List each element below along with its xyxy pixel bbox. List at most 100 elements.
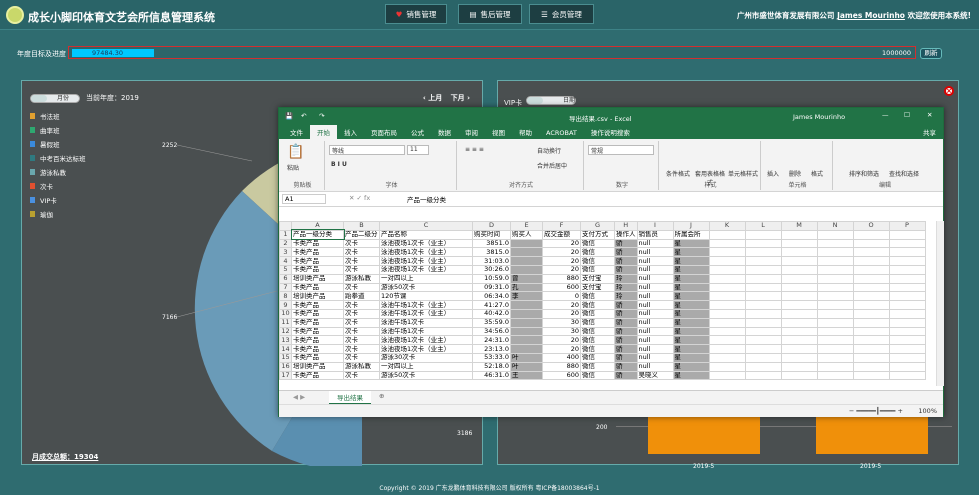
cell[interactable] (852, 256, 890, 266)
cell[interactable]: 次卡 (343, 264, 380, 275)
cell[interactable] (852, 344, 890, 354)
cell[interactable]: 星 (672, 344, 710, 354)
cell[interactable] (816, 300, 854, 310)
conditional-format-button[interactable]: 条件格式 (663, 169, 693, 178)
cell[interactable]: 星 (672, 370, 710, 381)
column-header[interactable]: P (888, 221, 926, 231)
cell[interactable] (888, 291, 926, 302)
cell[interactable]: 46:31.0 (472, 370, 511, 381)
cell[interactable]: 骄 (614, 361, 638, 372)
cell[interactable]: 53:33.0 (472, 352, 511, 363)
ribbon-tab[interactable]: 开始 (310, 125, 337, 139)
cell[interactable]: null (636, 247, 674, 258)
cell[interactable]: 玲 (614, 291, 638, 302)
cell[interactable]: 星 (672, 361, 710, 372)
cell[interactable]: null (636, 273, 674, 284)
cell[interactable] (888, 238, 926, 249)
cell[interactable] (780, 370, 818, 381)
row-header[interactable]: 3 (279, 247, 292, 258)
cell[interactable]: null (636, 352, 674, 363)
cell[interactable]: 骄 (614, 335, 638, 346)
cell[interactable]: 卡类产品 (291, 238, 344, 249)
cell[interactable] (780, 256, 818, 266)
cell[interactable] (852, 238, 890, 249)
find-select-button[interactable]: 查找和选择 (889, 169, 919, 178)
cell[interactable] (510, 264, 543, 275)
cell[interactable]: 10:59.0 (472, 273, 511, 284)
align-icon[interactable]: ≡ ≡ ≡ (465, 146, 484, 153)
cell[interactable] (780, 361, 818, 372)
cell[interactable]: 星 (672, 238, 710, 249)
cell[interactable]: 骄 (614, 308, 638, 319)
cell[interactable]: 骄 (614, 326, 638, 337)
cell[interactable]: 星 (672, 247, 710, 258)
cell[interactable] (780, 352, 818, 363)
cell[interactable] (744, 247, 782, 258)
cell[interactable] (510, 238, 543, 249)
cell[interactable]: 产品名称 (379, 229, 473, 240)
cell[interactable] (852, 264, 890, 275)
cell[interactable]: 游泳50次卡 (379, 282, 473, 293)
column-header[interactable]: F (542, 221, 581, 231)
sort-filter-button[interactable]: 排序和筛选 (849, 169, 879, 178)
cell[interactable]: 30:26.0 (472, 264, 511, 275)
cell[interactable]: 成交金额 (542, 229, 581, 240)
cell[interactable]: 玲 (614, 282, 638, 293)
cell[interactable]: 微信 (580, 308, 615, 319)
cell[interactable]: 微信 (580, 291, 615, 302)
cell[interactable]: 880 (542, 273, 581, 284)
column-header[interactable]: D (472, 221, 511, 231)
cell[interactable] (888, 317, 926, 328)
cell[interactable]: 骄 (614, 264, 638, 275)
ribbon-tab[interactable]: ACROBAT (539, 127, 584, 139)
cell[interactable] (744, 229, 782, 240)
cell[interactable]: 微信 (580, 300, 615, 310)
row-header[interactable]: 13 (279, 335, 292, 346)
row-header[interactable]: 17 (279, 370, 292, 381)
cell[interactable]: 卡类产品 (291, 300, 344, 310)
ribbon-tab[interactable]: 插入 (337, 125, 364, 139)
cell[interactable]: 微信 (580, 370, 615, 381)
cell[interactable]: 卡类产品 (291, 317, 344, 328)
cell[interactable] (744, 308, 782, 319)
cell[interactable]: 30 (542, 317, 581, 328)
cell[interactable]: null (636, 361, 674, 372)
cell[interactable] (852, 370, 890, 381)
cell[interactable] (510, 247, 543, 258)
cell[interactable]: 次卡 (343, 308, 380, 319)
cell[interactable]: 销售员 (636, 229, 674, 240)
cell[interactable] (744, 282, 782, 293)
cell[interactable] (852, 317, 890, 328)
cell[interactable]: 泳池夜场1次卡（业主） (379, 344, 473, 354)
cell[interactable]: null (636, 238, 674, 249)
cell[interactable] (510, 256, 543, 266)
cell[interactable]: 支付方式 (580, 229, 615, 240)
row-header[interactable]: 6 (279, 273, 292, 284)
cell[interactable]: 泳池夜场1次卡（业主） (379, 247, 473, 258)
cell[interactable]: 泳池夜场1次卡（业主） (379, 264, 473, 275)
cell[interactable]: 次卡 (343, 300, 380, 310)
cell[interactable] (816, 247, 854, 258)
font-name-select[interactable]: 等线 (329, 145, 405, 155)
cell[interactable]: 次卡 (343, 247, 380, 258)
cell[interactable] (816, 326, 854, 337)
cell[interactable]: 20 (542, 264, 581, 275)
cell[interactable]: 星 (672, 256, 710, 266)
cell[interactable]: 20 (542, 344, 581, 354)
undo-icon[interactable]: ↶ (301, 112, 306, 120)
ribbon-tab[interactable]: 审阅 (458, 125, 485, 139)
cell[interactable]: null (636, 335, 674, 346)
cell[interactable] (510, 335, 543, 346)
column-header[interactable]: C (379, 221, 473, 231)
cell[interactable] (816, 308, 854, 319)
cell[interactable] (780, 247, 818, 258)
cell[interactable]: 120节课 (379, 291, 473, 302)
cell[interactable]: 泳池夜场1次卡（业主） (379, 256, 473, 266)
cell[interactable] (888, 308, 926, 319)
cell[interactable] (888, 229, 926, 240)
bold-button[interactable]: B I U (331, 161, 347, 168)
cell[interactable] (708, 282, 746, 293)
cell[interactable] (708, 308, 746, 319)
row-header[interactable]: 12 (279, 326, 292, 337)
user-link[interactable]: James Mourinho (837, 11, 905, 20)
